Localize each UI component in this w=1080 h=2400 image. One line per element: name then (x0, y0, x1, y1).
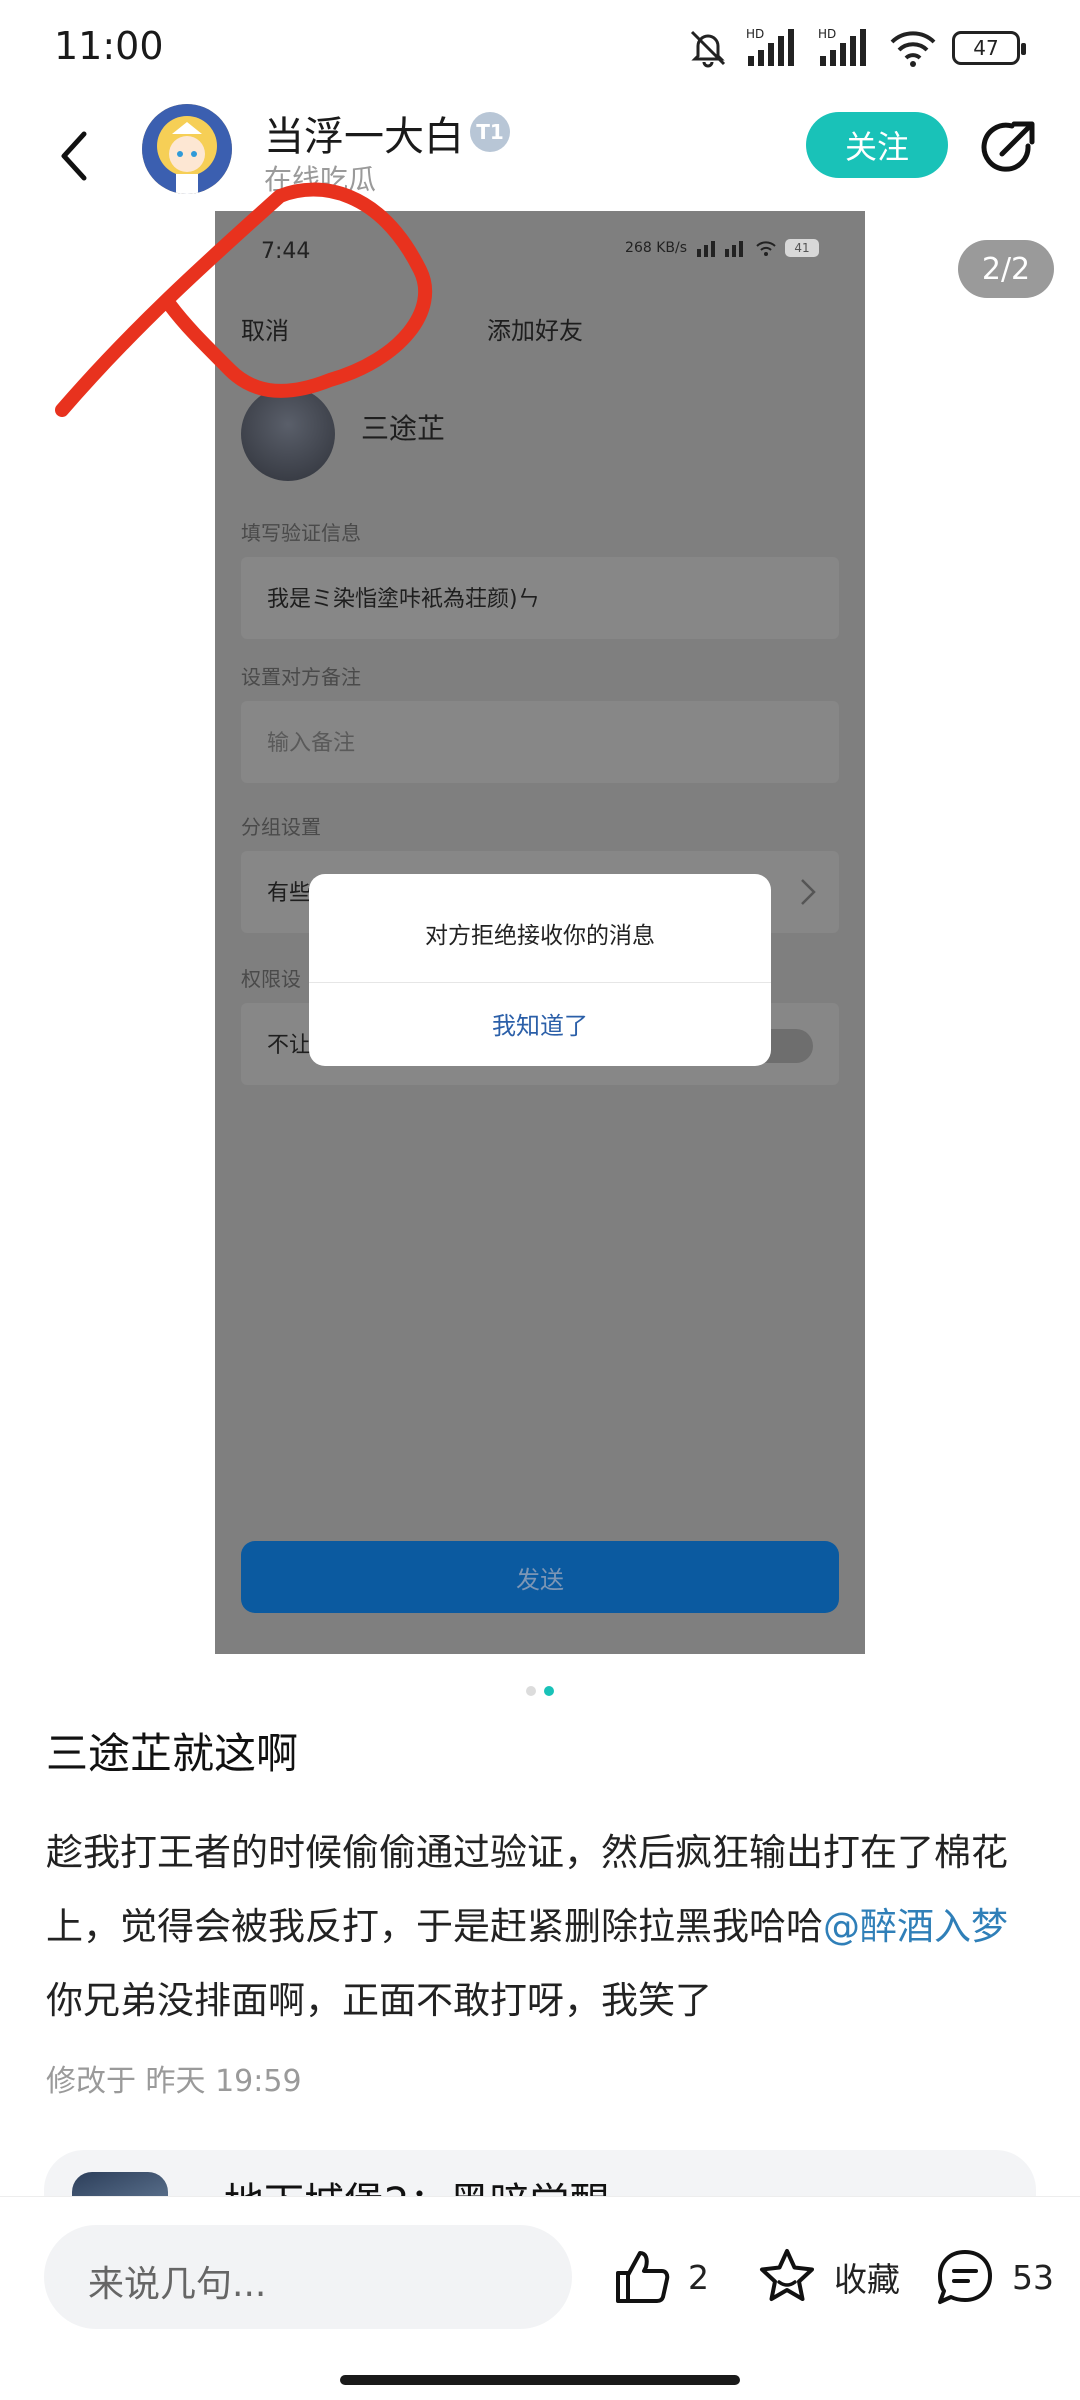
anime-avatar-icon (142, 104, 232, 194)
shot-dialog-message: 对方拒绝接收你的消息 (425, 923, 655, 949)
shot-verify-box: 我是ミ染恉塗咔衹為荘颜)ㄣ (241, 557, 839, 639)
shot-battery-icon: 41 (785, 239, 819, 257)
shot-wifi-icon (756, 241, 776, 256)
signal-1-label: HD (746, 27, 764, 41)
post-image[interactable]: 7:44 268 KB/s 41 取消 添加好友 三途芷 填写验证信息 我是ミ染… (215, 211, 865, 1654)
shot-verify-value: 我是ミ染恉塗咔衹為荘颜)ㄣ (267, 587, 540, 612)
shot-permission-value: 不让 (267, 1033, 312, 1058)
favorite-button[interactable]: 收藏 (756, 2241, 900, 2313)
chevron-left-icon (61, 131, 87, 181)
back-button[interactable] (44, 116, 104, 196)
comment-placeholder: 来说几句... (88, 2264, 267, 2305)
wifi-icon (890, 31, 936, 67)
shot-contact-name: 三途芷 (361, 412, 446, 445)
shot-dialog: 对方拒绝接收你的消息 我知道了 (309, 874, 771, 1066)
comment-bubble-icon (938, 2250, 992, 2304)
status-bar: 11:00 HD HD 47 (0, 0, 1080, 96)
carousel-dot (526, 1686, 536, 1696)
share-icon (981, 121, 1035, 172)
shot-dialog-divider (309, 982, 771, 983)
level-badge: T1 (470, 112, 510, 152)
battery-level: 47 (973, 36, 999, 60)
shot-group-label: 分组设置 (241, 815, 321, 839)
shot-cancel-label: 取消 (241, 317, 289, 345)
post-body: 趁我打王者的时候偷偷通过验证，然后疯狂输出打在了棉花上，觉得会被我反打，于是赶紧… (46, 1816, 1036, 2038)
comment-input[interactable]: 来说几句... (44, 2225, 572, 2329)
shot-group-value: 有些 (267, 881, 312, 906)
favorite-label: 收藏 (834, 2260, 900, 2299)
carousel-dots (526, 1686, 554, 1696)
share-button[interactable] (976, 116, 1040, 180)
carousel-dot-active (544, 1686, 554, 1696)
thumbs-up-icon (616, 2251, 670, 2303)
user-mention-link[interactable]: @醉酒入梦 (823, 1905, 1008, 1948)
follow-button[interactable]: 关注 (806, 112, 948, 178)
signal-icon: HD (746, 27, 794, 66)
comment-button[interactable]: 53 (934, 2241, 1054, 2313)
shot-status-icons: 268 KB/s 41 (625, 239, 819, 257)
shot-send-button: 发送 (241, 1541, 839, 1613)
shot-remark-placeholder: 输入备注 (267, 731, 356, 756)
post-body-text-2: 你兄弟没排面啊，正面不敢打呀，我笑了 (46, 1979, 712, 2022)
signal-2-label: HD (818, 27, 836, 41)
shot-verify-label: 填写验证信息 (241, 521, 361, 545)
shot-battery-level: 41 (794, 241, 810, 255)
mute-bell-icon (690, 30, 726, 68)
star-icon (760, 2249, 814, 2301)
shot-dialog-button: 我知道了 (492, 1012, 588, 1040)
post-header: 当浮一大白 T1 在线吃瓜 关注 (0, 96, 1080, 216)
shot-status-time: 7:44 (261, 239, 311, 264)
like-count: 2 (688, 2257, 709, 2297)
shot-remark-label: 设置对方备注 (241, 665, 361, 689)
status-time: 11:00 (54, 24, 164, 68)
shot-contact-avatar (241, 387, 335, 481)
image-counter: 2/2 (958, 240, 1054, 298)
author-status: 在线吃瓜 (264, 163, 377, 196)
shot-permission-label: 权限设 (241, 967, 301, 991)
author-name[interactable]: 当浮一大白 (264, 104, 464, 162)
avatar[interactable] (142, 104, 232, 194)
home-indicator[interactable] (340, 2375, 740, 2385)
bottom-action-bar: 来说几句... 2 收藏 53 (0, 2196, 1080, 2400)
comment-count: 53 (1012, 2257, 1054, 2297)
post-edit-time: 修改于 昨天 19:59 (46, 2064, 302, 2099)
like-button[interactable]: 2 (612, 2241, 709, 2313)
battery-icon: 47 (952, 31, 1026, 65)
shot-signal-icon (697, 241, 743, 257)
status-icons: HD HD 47 (686, 22, 1026, 74)
shot-remark-box: 输入备注 (241, 701, 839, 783)
shot-net-speed: 268 KB/s (625, 240, 687, 256)
signal-icon-2: HD (818, 27, 866, 66)
shot-chevron-right-icon (801, 879, 816, 905)
shot-title: 添加好友 (487, 317, 583, 345)
post-title: 三途芷就这啊 (46, 1729, 299, 1778)
